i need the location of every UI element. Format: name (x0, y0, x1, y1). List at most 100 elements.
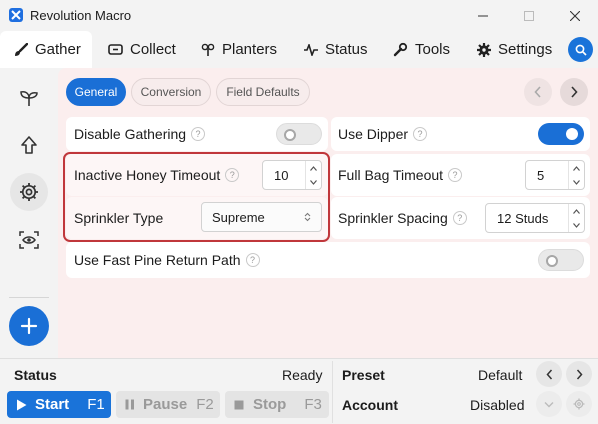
sprinkler-spacing-stepper[interactable]: 12 Studs (485, 203, 585, 233)
preset-prev-button[interactable] (536, 361, 562, 387)
stop-button[interactable]: Stop F3 (225, 391, 329, 418)
pause-icon (125, 399, 134, 410)
stop-label: Stop (253, 396, 287, 413)
app-logo-icon (9, 8, 23, 22)
play-icon (17, 399, 27, 410)
full-bag-timeout-value[interactable]: 5 (537, 168, 544, 183)
gear-icon (477, 42, 491, 57)
collect-icon (108, 44, 123, 55)
title-bar: Revolution Macro (0, 0, 598, 31)
stepper-arrows[interactable] (568, 161, 584, 189)
wrench-icon (393, 42, 408, 57)
account-value[interactable]: Disabled (470, 397, 524, 413)
fast-pine-return-label: Use Fast Pine Return Path ? (74, 252, 260, 268)
disable-gathering-toggle[interactable] (276, 123, 322, 145)
sprinkler-spacing-text: Sprinkler Spacing (338, 210, 448, 226)
start-button[interactable]: Start F1 (7, 391, 111, 418)
close-button[interactable] (552, 0, 598, 31)
help-icon[interactable]: ? (245, 253, 260, 267)
use-dipper-toggle[interactable] (538, 123, 584, 145)
rail-settings-button[interactable] (10, 173, 48, 211)
pause-button[interactable]: Pause F2 (116, 391, 220, 418)
cog-icon (20, 183, 38, 201)
tab-collect[interactable]: Collect (108, 31, 176, 68)
eye-scan-icon (19, 231, 39, 249)
preset-value[interactable]: Default (478, 367, 522, 383)
help-icon[interactable]: ? (191, 127, 206, 141)
subtab-general[interactable]: General (66, 78, 126, 106)
rail-upgrade-button[interactable] (10, 126, 48, 164)
account-label: Account (342, 397, 398, 413)
search-icon (575, 44, 587, 56)
preset-next-button[interactable] (566, 361, 592, 387)
tab-settings-label: Settings (498, 41, 553, 58)
tab-status[interactable]: Status (304, 31, 368, 68)
pulse-icon (304, 43, 318, 56)
prev-page-button[interactable] (524, 78, 552, 106)
stop-icon (234, 400, 244, 409)
chevron-up-icon[interactable] (573, 208, 580, 214)
rail-view-button[interactable] (10, 221, 48, 259)
help-icon[interactable]: ? (448, 168, 463, 182)
disable-gathering-text: Disable Gathering (74, 126, 187, 142)
help-icon[interactable]: ? (452, 211, 467, 225)
full-bag-timeout-text: Full Bag Timeout (338, 167, 444, 183)
rail-divider (9, 297, 49, 298)
chevron-up-icon[interactable] (573, 165, 580, 171)
chevron-down-icon (544, 401, 554, 407)
sprinkler-spacing-value[interactable]: 12 Studs (497, 211, 548, 226)
sprout-icon (20, 91, 38, 106)
tab-planters-label: Planters (222, 41, 278, 58)
brush-icon (15, 42, 28, 56)
use-dipper-label: Use Dipper ? (338, 126, 428, 142)
status-label: Status (14, 367, 57, 383)
rail-sprout-button[interactable] (10, 79, 48, 117)
status-value: Ready (282, 367, 323, 383)
use-dipper-card: Use Dipper ? (331, 117, 590, 151)
add-button[interactable] (9, 306, 49, 346)
fast-pine-return-text: Use Fast Pine Return Path (74, 252, 241, 268)
help-icon[interactable]: ? (413, 127, 428, 141)
chevron-right-icon (576, 369, 583, 379)
full-bag-timeout-stepper[interactable]: 5 (525, 160, 585, 190)
planter-icon (201, 43, 215, 56)
next-page-button[interactable] (560, 78, 588, 106)
tab-collect-label: Collect (130, 41, 176, 58)
pause-hotkey: F2 (196, 396, 214, 413)
search-button[interactable] (568, 37, 593, 62)
subtab-conversion[interactable]: Conversion (131, 78, 211, 106)
subtab-field-defaults[interactable]: Field Defaults (216, 78, 310, 106)
stepper-arrows[interactable] (568, 204, 584, 232)
chevron-left-icon (545, 369, 552, 379)
tab-planters[interactable]: Planters (201, 31, 277, 68)
sprinkler-spacing-card: Sprinkler Spacing ? 12 Studs (331, 197, 590, 239)
window-title: Revolution Macro (30, 8, 132, 23)
tab-settings[interactable]: Settings (477, 31, 552, 68)
start-label: Start (35, 396, 70, 413)
full-bag-timeout-card: Full Bag Timeout ? 5 (331, 154, 590, 196)
tab-gather-label: Gather (35, 41, 81, 58)
account-dropdown-button[interactable] (536, 391, 562, 417)
fast-pine-return-toggle[interactable] (538, 249, 584, 271)
plus-icon (20, 317, 38, 335)
tab-status-label: Status (325, 41, 368, 58)
chevron-right-icon (571, 86, 578, 98)
chevron-down-icon[interactable] (573, 179, 580, 185)
tab-tools-label: Tools (415, 41, 451, 58)
account-settings-button[interactable] (566, 391, 592, 417)
stop-hotkey: F3 (304, 396, 322, 413)
full-bag-timeout-label: Full Bag Timeout ? (338, 167, 463, 183)
maximize-button[interactable] (506, 0, 552, 31)
chevron-down-icon[interactable] (573, 222, 580, 228)
disable-gathering-card: Disable Gathering ? (66, 117, 328, 151)
use-dipper-text: Use Dipper (338, 126, 409, 142)
pause-label: Pause (143, 396, 188, 413)
start-hotkey: F1 (87, 396, 105, 413)
side-rail (0, 68, 58, 358)
tab-gather[interactable]: Gather (0, 31, 92, 68)
tab-tools[interactable]: Tools (393, 31, 450, 68)
minimize-button[interactable] (460, 0, 506, 31)
sprinkler-spacing-label: Sprinkler Spacing ? (338, 210, 467, 226)
arrow-up-icon (21, 136, 37, 154)
disable-gathering-label: Disable Gathering ? (74, 126, 206, 142)
